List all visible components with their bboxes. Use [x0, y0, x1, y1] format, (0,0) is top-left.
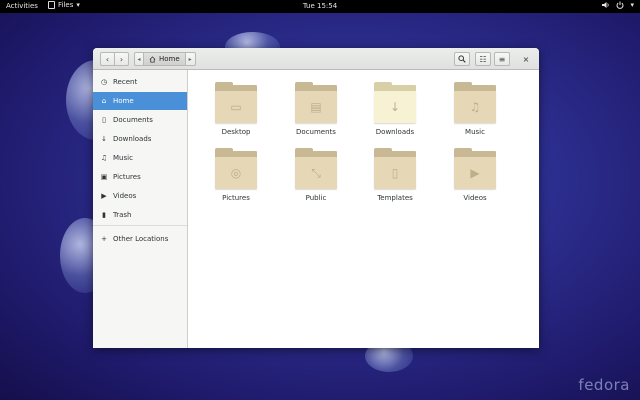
folder-icon: ▤	[295, 82, 337, 124]
close-button[interactable]: ×	[519, 52, 533, 66]
file-label: Documents	[296, 128, 336, 136]
recent-icon: ◷	[100, 78, 108, 86]
path-scroll-right-button[interactable]: ▸	[185, 52, 196, 66]
sidebar-item-label: Trash	[113, 211, 132, 219]
sidebar-item-label: Other Locations	[113, 235, 169, 243]
system-tray[interactable]: ▾	[602, 1, 634, 9]
sidebar-item-label: Music	[113, 154, 133, 162]
sidebar-item-label: Home	[113, 97, 134, 105]
document-icon: ▤	[295, 91, 337, 123]
video-icon: ▶	[101, 192, 107, 200]
folder-icon: ▶	[454, 148, 496, 190]
file-label: Templates	[377, 194, 413, 202]
sidebar-item-trash[interactable]: ▮ Trash	[93, 206, 187, 224]
view-toggle-button[interactable]: ☷	[475, 52, 491, 66]
folder-icon: ▯	[374, 148, 416, 190]
camera-icon: ◎	[215, 157, 257, 189]
hamburger-icon: ≡	[498, 54, 506, 64]
file-grid: ▭ Desktop ▤ Documents ↓ Downloads ♫ Musi…	[188, 70, 539, 348]
folder-item[interactable]: ↓ Downloads	[359, 82, 429, 142]
home-icon	[149, 55, 156, 63]
arrow-left-icon: ◂	[137, 55, 141, 63]
template-icon: ▯	[374, 157, 416, 189]
search-button[interactable]	[454, 52, 470, 66]
clock[interactable]: Tue 15:54	[0, 2, 640, 10]
file-label: Downloads	[375, 128, 415, 136]
folder-icon: ▭	[215, 82, 257, 124]
file-label: Public	[305, 194, 327, 202]
menu-button[interactable]: ≡	[494, 52, 510, 66]
header-bar: ‹ › ◂ Home ▸ ☷ ≡ ×	[93, 48, 539, 70]
search-icon	[458, 55, 466, 63]
close-icon: ×	[522, 54, 530, 64]
sidebar-item-music[interactable]: ♫ Music	[93, 149, 187, 167]
sidebar-item-videos[interactable]: ▶ Videos	[93, 187, 187, 205]
sidebar: ◷ Recent ⌂ Home ▯ Documents ↓ Downloads …	[93, 70, 188, 348]
arrow-right-icon: ▸	[188, 55, 192, 63]
file-label: Pictures	[222, 194, 250, 202]
chevron-right-icon: ›	[119, 54, 124, 64]
sidebar-item-label: Downloads	[113, 135, 152, 143]
folder-item[interactable]: ⤡ Public	[280, 148, 350, 208]
chevron-down-icon: ▾	[630, 1, 634, 9]
home-icon: ⌂	[101, 97, 107, 105]
fedora-logo: fedora	[578, 376, 630, 394]
sidebar-item-recent[interactable]: ◷ Recent	[93, 73, 187, 91]
top-bar: Activities Files ▾ Tue 15:54 ▾	[0, 0, 640, 13]
folder-item[interactable]: ▤ Documents	[280, 82, 350, 142]
folder-item[interactable]: ▭ Desktop	[200, 82, 270, 142]
pictures-icon: ▣	[100, 173, 108, 181]
sidebar-item-label: Documents	[113, 116, 153, 124]
share-icon: ⤡	[295, 157, 337, 189]
power-icon	[616, 1, 624, 9]
sidebar-item-label: Videos	[113, 192, 137, 200]
folder-item[interactable]: ♫ Music	[439, 82, 509, 142]
list-view-icon: ☷	[479, 54, 487, 64]
sidebar-item-other-locations[interactable]: + Other Locations	[93, 230, 187, 248]
music-icon: ♫	[454, 91, 496, 123]
folder-icon: ↓	[374, 82, 416, 124]
file-label: Videos	[463, 194, 487, 202]
folder-icon: ♫	[454, 82, 496, 124]
path-bar: ◂ Home ▸	[134, 52, 196, 66]
folder-icon: ⤡	[295, 148, 337, 190]
sidebar-item-label: Pictures	[113, 173, 141, 181]
sidebar-item-pictures[interactable]: ▣ Pictures	[93, 168, 187, 186]
music-icon: ♫	[100, 154, 108, 162]
files-window: ‹ › ◂ Home ▸ ☷ ≡ × ◷ Recent ⌂ Home ▯ Doc…	[93, 48, 539, 348]
forward-button[interactable]: ›	[114, 52, 129, 66]
chevron-left-icon: ‹	[105, 54, 110, 64]
desktop-icon: ▭	[215, 91, 257, 123]
file-label: Music	[465, 128, 485, 136]
download-icon: ↓	[374, 91, 416, 123]
sidebar-divider	[93, 225, 187, 226]
folder-icon: ◎	[215, 148, 257, 190]
folder-item[interactable]: ◎ Pictures	[200, 148, 270, 208]
back-button[interactable]: ‹	[100, 52, 115, 66]
path-home-button[interactable]: Home	[144, 52, 186, 66]
plus-icon: +	[101, 235, 107, 243]
sidebar-item-downloads[interactable]: ↓ Downloads	[93, 130, 187, 148]
download-icon: ↓	[101, 135, 107, 143]
folder-item[interactable]: ▶ Videos	[439, 148, 509, 208]
video-icon: ▶	[454, 157, 496, 189]
document-icon: ▯	[102, 116, 106, 124]
speaker-icon	[602, 2, 610, 8]
sidebar-item-home[interactable]: ⌂ Home	[93, 92, 187, 110]
sidebar-item-label: Recent	[113, 78, 138, 86]
trash-icon: ▮	[102, 211, 106, 219]
folder-item[interactable]: ▯ Templates	[359, 148, 429, 208]
path-home-label: Home	[159, 55, 180, 63]
sidebar-item-documents[interactable]: ▯ Documents	[93, 111, 187, 129]
file-label: Desktop	[221, 128, 251, 136]
path-scroll-left-button[interactable]: ◂	[134, 52, 144, 66]
